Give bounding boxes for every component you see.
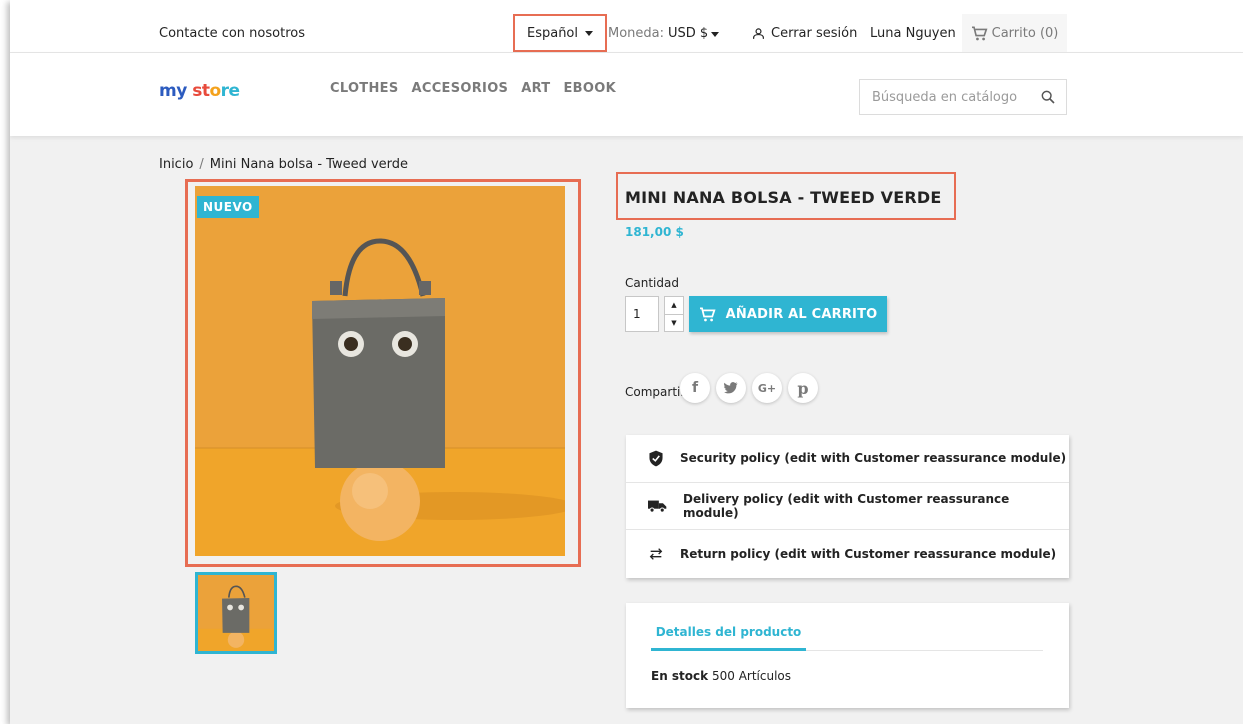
tab-product-details[interactable]: Detalles del producto xyxy=(651,625,806,651)
bag-illustration xyxy=(195,186,565,556)
product-price: 181,00 $ xyxy=(625,225,684,239)
search-icon[interactable] xyxy=(1040,89,1056,105)
breadcrumb-separator: / xyxy=(199,157,204,172)
product-title: MINI NANA BOLSA - TWEED VERDE xyxy=(625,188,942,207)
add-to-cart-button[interactable]: AÑADIR AL CARRITO xyxy=(689,296,887,332)
top-bar: Contacte con nosotros Español Moneda: US… xyxy=(10,0,1243,53)
reassurance-text: Security policy (edit with Customer reas… xyxy=(680,451,1067,466)
breadcrumb: Inicio / Mini Nana bolsa - Tweed verde xyxy=(159,157,408,172)
language-selector[interactable]: Español xyxy=(513,14,607,52)
nav-item-art[interactable]: ART xyxy=(521,81,550,96)
quantity-label: Cantidad xyxy=(625,276,679,290)
contact-link[interactable]: Contacte con nosotros xyxy=(159,26,305,41)
reassurance-item: Delivery policy (edit with Customer reas… xyxy=(626,483,1069,530)
truck-icon xyxy=(648,500,667,513)
facebook-icon[interactable]: f xyxy=(680,373,710,403)
stock-quantity: 500 Artículos xyxy=(711,669,791,683)
thumbnail-image xyxy=(198,575,274,651)
increment-icon[interactable]: ▲ xyxy=(665,297,683,315)
reassurance-text: Delivery policy (edit with Customer reas… xyxy=(683,491,1010,520)
user-icon xyxy=(753,28,764,39)
stock-status: En stock 500 Artículos xyxy=(651,669,791,683)
cart-icon xyxy=(971,26,988,40)
currency-selector[interactable]: Moneda: USD $ xyxy=(608,26,720,41)
reassurance-item: Security policy (edit with Customer reas… xyxy=(626,435,1069,483)
chevron-down-icon xyxy=(585,31,593,36)
product-main-image[interactable] xyxy=(195,186,565,556)
main-header: my store CLOTHES ACCESORIOS ART EBOOK Bú… xyxy=(10,53,1243,136)
search-input[interactable]: Búsqueda en catálogo xyxy=(859,79,1067,115)
nav-item-ebook[interactable]: EBOOK xyxy=(563,81,615,96)
tab-divider xyxy=(806,650,1043,651)
logout-link[interactable]: Cerrar sesión xyxy=(752,26,857,41)
stock-label: En stock xyxy=(651,669,709,683)
breadcrumb-current[interactable]: Mini Nana bolsa - Tweed verde xyxy=(210,157,408,172)
nav-item-clothes[interactable]: CLOTHES xyxy=(330,81,399,96)
reassurance-text: Return policy (edit with Customer reassu… xyxy=(680,546,1057,561)
nav-item-accesorios[interactable]: ACCESORIOS xyxy=(412,81,509,96)
cart-button[interactable]: Carrito (0) xyxy=(962,14,1067,52)
google-plus-icon[interactable]: G+ xyxy=(752,373,782,403)
main-nav: CLOTHES ACCESORIOS ART EBOOK xyxy=(330,81,616,96)
product-thumbnail[interactable] xyxy=(195,572,277,654)
currency-value: USD $ xyxy=(668,26,709,41)
decrement-icon[interactable]: ▼ xyxy=(665,315,683,332)
product-details: Detalles del producto En stock 500 Artíc… xyxy=(626,603,1069,708)
cart-icon xyxy=(699,306,716,321)
store-logo[interactable]: my store xyxy=(159,81,240,101)
chevron-down-icon xyxy=(711,31,720,37)
currency-label: Moneda: xyxy=(608,26,665,41)
account-name[interactable]: Luna Nguyen xyxy=(870,26,956,41)
search-placeholder: Búsqueda en catálogo xyxy=(872,89,1018,105)
twitter-icon[interactable] xyxy=(716,373,746,403)
pinterest-icon[interactable]: p xyxy=(788,373,818,403)
logout-label: Cerrar sesión xyxy=(771,26,858,41)
quantity-stepper[interactable]: ▲ ▼ xyxy=(664,296,684,332)
reassurance-item: Return policy (edit with Customer reassu… xyxy=(626,530,1069,578)
add-to-cart-label: AÑADIR AL CARRITO xyxy=(725,306,878,322)
quantity-input[interactable]: 1 xyxy=(625,296,659,332)
swap-arrows-icon xyxy=(649,547,663,560)
breadcrumb-home[interactable]: Inicio xyxy=(159,157,193,172)
language-label: Español xyxy=(526,25,578,41)
new-badge: NUEVO xyxy=(197,196,259,218)
cart-label: Carrito (0) xyxy=(991,25,1059,41)
page: Contacte con nosotros Español Moneda: US… xyxy=(10,0,1243,724)
share-label: Compartir xyxy=(625,385,686,399)
shield-icon xyxy=(649,450,663,467)
reassurance-block: Security policy (edit with Customer reas… xyxy=(626,435,1069,578)
